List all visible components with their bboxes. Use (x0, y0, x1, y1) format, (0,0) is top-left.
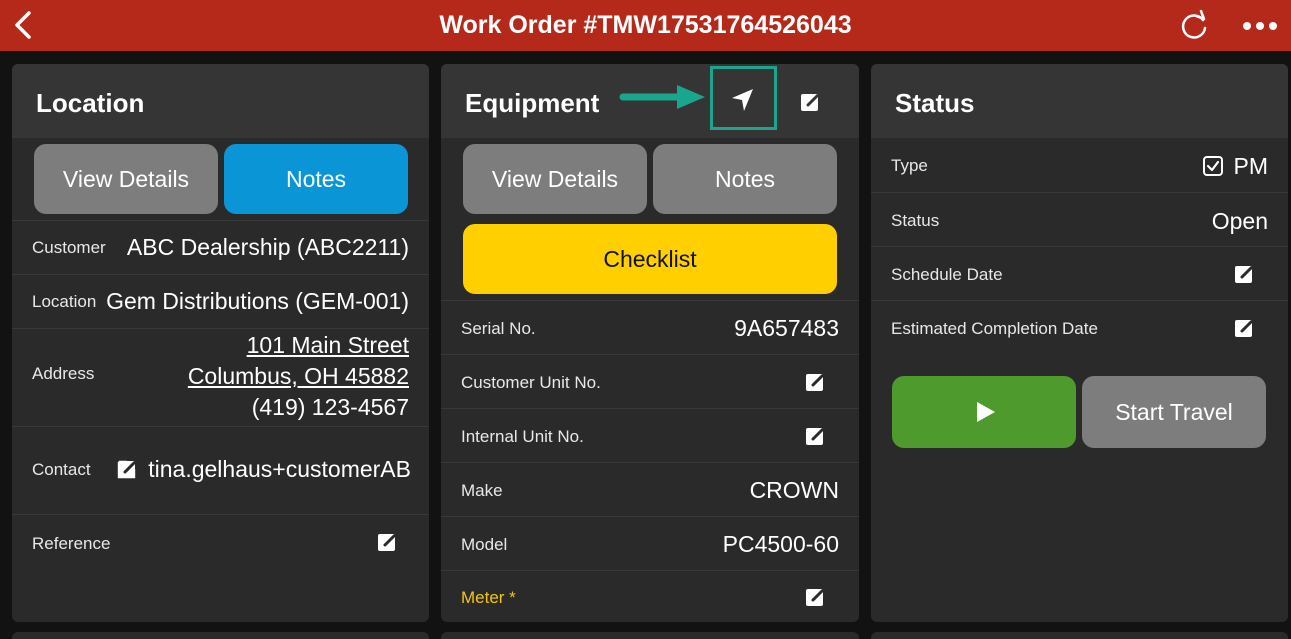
next-card-middle (441, 632, 859, 639)
refresh-icon[interactable] (1176, 8, 1212, 44)
make-row: Make CROWN (441, 462, 859, 516)
app-header: Work Order #TMW17531764526043 (0, 0, 1291, 51)
address-label: Address (32, 364, 95, 383)
status-panel: Status Type PM Status Open Schedule Date… (871, 64, 1288, 622)
next-card-left (12, 632, 429, 639)
customer-unit-label: Customer Unit No. (461, 373, 601, 392)
location-notes-button[interactable]: Notes (224, 144, 408, 214)
make-value: CROWN (749, 477, 839, 503)
schedule-date-label: Schedule Date (891, 265, 1003, 284)
est-completion-label: Estimated Completion Date (891, 319, 1098, 338)
contact-row: Contact tina.gelhaus+customerAB (12, 426, 429, 514)
contact-edit-icon[interactable] (116, 458, 138, 480)
internal-unit-label: Internal Unit No. (461, 427, 584, 446)
status-value: Open (1211, 208, 1268, 234)
serial-value: 9A657483 (734, 315, 839, 341)
model-row: Model PC4500-60 (441, 516, 859, 570)
type-checkbox-icon[interactable] (1202, 155, 1224, 177)
make-label: Make (461, 481, 503, 500)
status-label: Status (891, 211, 940, 230)
phone-number[interactable]: (419) 123-4567 (252, 394, 409, 421)
equipment-edit-icon[interactable] (799, 91, 821, 113)
equipment-panel: Equipment View Details Notes Checklist S… (441, 64, 859, 622)
callout-arrow-icon (619, 85, 705, 109)
model-label: Model (461, 535, 508, 554)
start-play-button[interactable] (892, 376, 1076, 448)
page-title: Work Order #TMW17531764526043 (439, 11, 852, 39)
type-label: Type (891, 156, 928, 175)
location-panel: Location View Details Notes Customer ABC… (12, 64, 429, 622)
equipment-title: Equipment (465, 88, 600, 118)
meter-label: Meter * (461, 588, 516, 607)
contact-value[interactable]: tina.gelhaus+customerAB (148, 456, 411, 483)
more-options-icon[interactable] (1240, 12, 1280, 40)
reference-row: Reference (12, 514, 429, 568)
play-icon (977, 402, 995, 422)
internal-unit-row: Internal Unit No. (441, 408, 859, 462)
address-row: Address 101 Main Street Columbus, OH 458… (12, 328, 429, 426)
customer-unit-edit-icon[interactable] (804, 371, 826, 393)
equipment-notes-button[interactable]: Notes (653, 144, 837, 214)
status-row: Status Open (871, 192, 1288, 246)
reference-edit-icon[interactable] (376, 531, 398, 553)
equipment-panel-header: Equipment (441, 64, 859, 138)
address-line2[interactable]: Columbus, OH 45882 (188, 363, 409, 390)
est-completion-row: Estimated Completion Date (871, 300, 1288, 354)
location-view-details-button[interactable]: View Details (34, 144, 218, 214)
location-row: Location Gem Distributions (GEM-001) (12, 274, 429, 328)
address-line1[interactable]: 101 Main Street (247, 332, 409, 359)
customer-row: Customer ABC Dealership (ABC2211) (12, 220, 429, 274)
schedule-date-row: Schedule Date (871, 246, 1288, 300)
serial-label: Serial No. (461, 319, 536, 338)
location-label: Location (32, 292, 97, 311)
schedule-date-edit-icon[interactable] (1233, 263, 1255, 285)
type-row: Type PM (871, 138, 1288, 192)
reference-label: Reference (32, 534, 111, 553)
customer-unit-row: Customer Unit No. (441, 354, 859, 408)
location-title: Location (36, 88, 145, 118)
address-line2-link[interactable]: Columbus, OH 45882 (188, 363, 409, 389)
equipment-view-details-button[interactable]: View Details (463, 144, 647, 214)
address-line1-link[interactable]: 101 Main Street (247, 332, 409, 358)
customer-label: Customer (32, 238, 106, 257)
internal-unit-edit-icon[interactable] (804, 425, 826, 447)
customer-value: ABC Dealership (ABC2211) (126, 234, 409, 260)
start-travel-button[interactable]: Start Travel (1082, 376, 1266, 448)
next-card-right (871, 632, 1288, 639)
location-value: Gem Distributions (GEM-001) (106, 288, 409, 314)
meter-row: Meter * (441, 570, 859, 622)
navigation-arrow-icon[interactable] (729, 86, 757, 114)
meter-edit-icon[interactable] (804, 586, 826, 608)
type-value: PM (1233, 153, 1269, 179)
location-panel-header: Location (12, 64, 429, 138)
status-title: Status (895, 88, 975, 118)
serial-row: Serial No. 9A657483 (441, 300, 859, 354)
checklist-button[interactable]: Checklist (463, 224, 837, 294)
est-completion-edit-icon[interactable] (1233, 317, 1255, 339)
status-panel-header: Status (871, 64, 1288, 138)
model-value: PC4500-60 (722, 531, 839, 557)
contact-label: Contact (32, 460, 91, 479)
